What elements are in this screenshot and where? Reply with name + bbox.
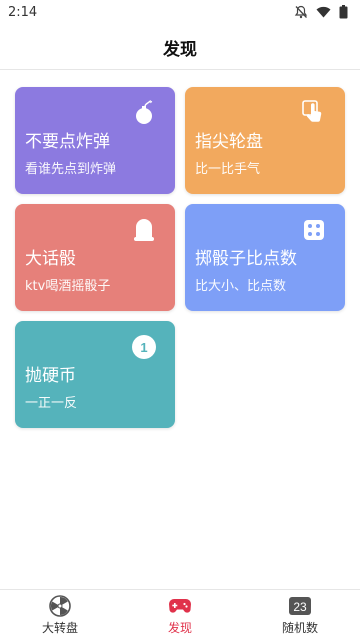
wifi-icon — [316, 6, 331, 18]
card-subtitle: 一正一反 — [25, 396, 78, 411]
card-title: 抛硬币 — [25, 366, 76, 386]
card-coin-toss[interactable]: 1 抛硬币 一正一反 — [15, 321, 175, 428]
bottom-nav: 大转盘 发现 23 随机数 — [0, 589, 360, 640]
status-time: 2:14 — [8, 4, 38, 20]
nav-item-wheel[interactable]: 大转盘 — [0, 590, 120, 640]
nav-label: 大转盘 — [41, 620, 78, 635]
nav-item-discover[interactable]: 发现 — [120, 590, 240, 640]
card-title: 指尖轮盘 — [195, 132, 263, 152]
card-subtitle: 看谁先点到炸弹 — [25, 162, 117, 177]
status-bar: 2:14 — [0, 0, 360, 24]
notifications-off-icon — [294, 5, 308, 19]
nav-item-random-number[interactable]: 23 随机数 — [240, 590, 360, 640]
card-subtitle: 比一比手气 — [195, 162, 261, 177]
svg-text:1: 1 — [140, 340, 147, 355]
header-divider — [0, 69, 360, 70]
nav-label: 发现 — [167, 620, 192, 635]
card-title: 大话骰 — [25, 249, 76, 269]
dice-cup-icon — [131, 216, 157, 244]
card-subtitle: ktv喝酒摇骰子 — [25, 279, 111, 294]
wheel-icon — [49, 594, 71, 617]
bomb-icon — [131, 99, 157, 127]
coin-icon: 1 — [131, 333, 157, 361]
dice-icon — [301, 216, 327, 244]
finger-tap-icon — [301, 99, 327, 127]
gamepad-icon — [168, 595, 192, 617]
nav-label: 随机数 — [281, 620, 318, 635]
card-subtitle: 比大小、比点数 — [195, 279, 287, 294]
card-roll-dice[interactable]: 掷骰子比点数 比大小、比点数 — [185, 204, 345, 311]
svg-text:23: 23 — [293, 600, 307, 614]
number-icon: 23 — [288, 595, 312, 617]
status-icons — [294, 5, 348, 19]
card-title: 掷骰子比点数 — [195, 249, 297, 269]
battery-icon — [339, 5, 348, 19]
card-dont-tap-bomb[interactable]: 不要点炸弹 看谁先点到炸弹 — [15, 87, 175, 194]
page-title: 发现 — [163, 39, 197, 60]
card-title: 不要点炸弹 — [25, 132, 110, 152]
card-liars-dice[interactable]: 大话骰 ktv喝酒摇骰子 — [15, 204, 175, 311]
card-fingertip-wheel[interactable]: 指尖轮盘 比一比手气 — [185, 87, 345, 194]
